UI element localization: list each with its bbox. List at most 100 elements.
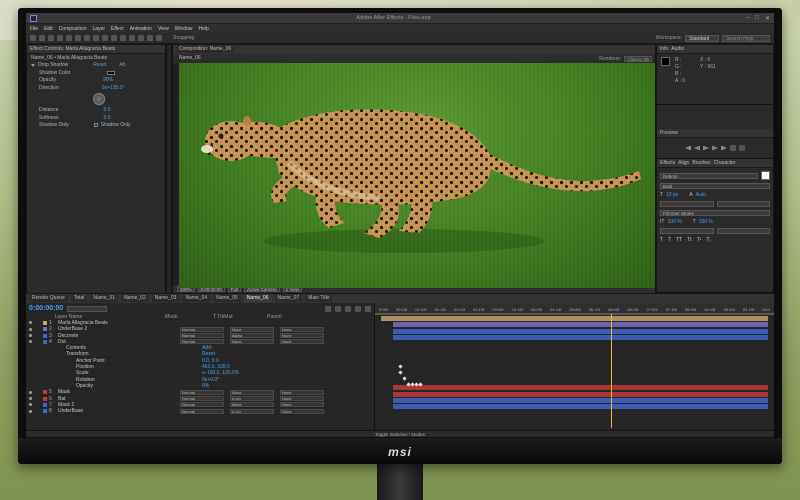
layer-name[interactable]: Mask [58,389,178,395]
layer-label-color[interactable] [43,352,47,356]
baseline-field[interactable] [660,228,714,234]
effect-reset-link[interactable]: Reset [93,62,106,68]
layer-label-color[interactable] [43,384,47,388]
tab-total[interactable]: Total [70,295,88,302]
tracking-field[interactable] [716,201,770,207]
next-frame-icon[interactable] [712,145,718,151]
layer-track-bar[interactable] [393,322,768,328]
first-frame-icon[interactable] [685,146,691,151]
tab-render-queue[interactable]: Render Queue [29,295,68,302]
layer-name[interactable]: Scale [58,370,178,376]
layer-mode-dropdown[interactable]: Normal [180,326,224,332]
renderer-dropdown[interactable]: Classic 3D [624,55,652,62]
hand-tool-icon[interactable] [48,35,54,41]
layer-mode-dropdown[interactable]: Normal [180,339,224,345]
work-area-bar[interactable] [375,313,774,315]
current-timecode[interactable]: 0:00:00:00 [29,305,63,312]
draft-3d-icon[interactable] [325,305,331,312]
tab-brushes[interactable]: Brushes [692,160,710,166]
layer-track-bar[interactable] [393,397,768,403]
effect-drop-shadow[interactable]: Drop Shadow Reset Ab [27,62,165,70]
effect-row-softness[interactable]: Softness 5.0 [27,114,165,122]
puppet-tool-icon[interactable] [156,35,162,41]
small-caps-icon[interactable]: Tt [687,237,691,243]
menu-edit[interactable]: Edit [44,26,53,32]
layer-parent-dropdown[interactable]: None [280,408,324,414]
fill-color-swatch[interactable] [761,171,770,180]
property-value[interactable]: Reset [202,351,215,357]
visibility-eye-icon[interactable] [29,334,32,338]
layer-trkmat-dropdown[interactable]: None [230,402,274,408]
layer-label-color[interactable] [43,333,47,338]
minimize-icon[interactable]: – [746,15,749,22]
tab-name-02[interactable]: Name_02 [121,295,149,302]
search-help-input[interactable]: Search Help [722,34,770,42]
visibility-eye-icon[interactable] [29,409,32,413]
layer-mode-dropdown[interactable]: Normal [180,333,224,339]
layer-name[interactable]: Decorete [58,333,178,339]
layer-label-color[interactable] [43,320,47,325]
home-icon[interactable] [30,35,36,41]
layer-trkmat-dropdown[interactable]: None [230,339,274,345]
layer-parent-dropdown[interactable]: None [280,402,324,408]
last-frame-icon[interactable] [721,145,727,151]
timeline-search-input[interactable] [67,305,108,312]
motion-blur-icon[interactable] [355,305,361,312]
subscript-icon[interactable]: T₁ [706,237,711,243]
frame-blend-icon[interactable] [345,305,351,312]
property-value[interactable]: 0x+0.0° [202,377,219,383]
layer-track-bar[interactable] [393,328,768,334]
playhead[interactable] [611,314,612,428]
composition-viewer[interactable] [173,63,655,288]
font-size-value[interactable]: 12 px [666,192,678,198]
mask-tool-icon[interactable] [93,35,99,41]
vertical-scale-value[interactable]: 100 % [667,219,681,225]
leading-value[interactable]: Auto [696,192,706,198]
loop-icon[interactable] [739,145,745,151]
property-value[interactable]: 0% [202,383,209,389]
tab-effects[interactable]: Effects [660,160,675,166]
faux-italic-icon[interactable]: T [668,237,671,243]
visibility-eye-icon[interactable] [29,340,32,344]
layer-trkmat-dropdown[interactable]: Alpha [230,333,274,339]
audio-icon[interactable] [730,145,736,151]
layer-name[interactable]: Mask 2 [58,402,178,408]
keyframe[interactable] [398,370,403,375]
layer-track-bar[interactable] [393,385,768,391]
tab-name-07[interactable]: Name_07 [274,295,303,302]
eraser-tool-icon[interactable] [138,35,144,41]
menu-view[interactable]: View [158,26,169,32]
layer-label-color[interactable] [43,378,47,382]
tab-name-03[interactable]: Name_03 [151,295,180,302]
effect-controls-tab[interactable]: Effect Controls: Marla Allagracia Beats [30,46,115,52]
font-dropdown[interactable]: Roboto [660,172,758,179]
visibility-eye-icon[interactable] [29,390,32,394]
layer-row[interactable]: 8 UnderBase Normal A.Inv None [26,408,374,415]
tab-align[interactable]: Align [678,160,689,166]
layer-track-bar[interactable] [393,334,768,340]
superscript-icon[interactable]: T¹ [697,237,702,243]
camera-tool-icon[interactable] [75,35,81,41]
expand-icon[interactable] [31,63,35,67]
effect-row-shadow-only[interactable]: Shadow Only Shadow Only [27,122,165,130]
layer-mode-dropdown[interactable]: Normal [180,396,224,401]
prev-frame-icon[interactable] [694,146,700,151]
selection-tool-icon[interactable] [39,35,45,41]
workspace-dropdown[interactable]: Standard [685,34,719,42]
tab-info[interactable]: Info [660,46,668,52]
property-value[interactable]: 0.0, 0.0 [202,358,219,364]
layer-label-color[interactable] [43,390,47,395]
layer-label-color[interactable] [43,346,47,350]
layer-trkmat-dropdown[interactable]: None [230,389,274,395]
layer-label-color[interactable] [43,371,47,375]
roto-tool-icon[interactable] [147,35,153,41]
maximize-icon[interactable]: □ [755,15,759,22]
pan-behind-tool-icon[interactable] [84,35,90,41]
menu-window[interactable]: Window [175,26,193,32]
composition-subtab[interactable]: Name_06 [176,55,204,62]
layer-track-bar[interactable] [381,316,768,321]
layer-label-color[interactable] [43,339,47,344]
horizontal-scale-value[interactable]: 100 % [699,219,713,225]
toggle-switches-modes[interactable]: Toggle Switches / Modes [26,430,774,437]
effect-about-link[interactable]: Ab [119,62,125,68]
